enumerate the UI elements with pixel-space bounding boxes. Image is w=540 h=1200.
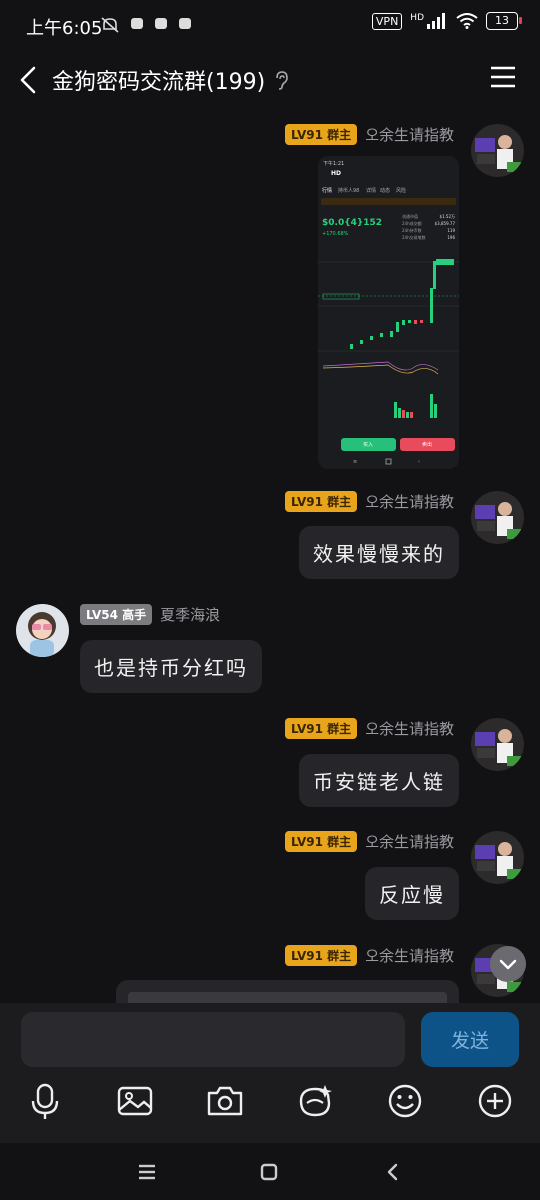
svg-text:持币人98: 持币人98 [338, 187, 359, 194]
sender-name: 오余生请指教 [365, 126, 454, 144]
send-button[interactable]: 发送 [421, 1012, 519, 1067]
avatar[interactable] [471, 718, 524, 771]
rank-badge: LV91 群主 [285, 945, 358, 966]
svg-text:$3,859.77: $3,859.77 [435, 221, 456, 226]
sender-name: 오余生请指教 [365, 493, 454, 511]
svg-text:下午1:21: 下午1:21 [323, 160, 344, 167]
message-bubble[interactable]: 也是持币分红吗 [80, 640, 262, 693]
svg-text:行情: 行情 [322, 187, 332, 194]
svg-text:119: 119 [447, 228, 455, 233]
home-button[interactable] [254, 1157, 284, 1187]
svg-text:‹: ‹ [418, 459, 420, 465]
app-notification-icon [179, 18, 191, 29]
add-icon[interactable] [475, 1081, 515, 1121]
svg-text:+170.68%: +170.68% [322, 231, 349, 237]
message-input[interactable] [21, 1012, 405, 1067]
svg-text:详情: 详情 [366, 187, 376, 194]
svg-text:买入: 买入 [363, 441, 373, 448]
svg-text:动态: 动态 [380, 187, 390, 194]
scroll-down-button[interactable] [490, 946, 526, 982]
svg-text:流通市值: 流通市值 [402, 213, 418, 219]
sender-name: 夏季海浪 [160, 606, 221, 624]
page-title: 金狗密码交流群(199) [52, 70, 266, 95]
ear-icon [276, 71, 288, 90]
battery-icon: 13 [486, 12, 522, 30]
svg-text:卖出: 卖出 [422, 441, 432, 448]
avatar[interactable] [471, 831, 524, 884]
message-bubble[interactable]: 反应慢 [365, 867, 459, 920]
svg-text:$1.52万: $1.52万 [440, 214, 455, 219]
chat-header: 金狗密码交流群(199) [0, 52, 540, 108]
back-nav-button[interactable] [378, 1157, 408, 1187]
system-nav-bar [0, 1143, 540, 1200]
avatar[interactable] [471, 491, 524, 544]
rank-badge: LV91 群主 [285, 491, 358, 512]
emoji-icon[interactable] [385, 1081, 425, 1121]
avatar[interactable] [471, 124, 524, 177]
recent-apps-button[interactable] [132, 1157, 162, 1187]
svg-text:24h持币数: 24h持币数 [402, 227, 422, 233]
status-time: 上午6:05 [26, 18, 103, 39]
composer: 发送 [0, 1003, 540, 1143]
sticker-icon[interactable] [295, 1081, 335, 1121]
svg-text:风险: 风险 [396, 187, 406, 194]
sender-name: 오余生请指教 [365, 947, 454, 965]
svg-text:24h交易笔数: 24h交易笔数 [402, 234, 426, 240]
image-icon[interactable] [115, 1081, 155, 1121]
svg-text:≡: ≡ [353, 459, 357, 465]
notification-icons [100, 16, 192, 34]
mute-icon [101, 17, 119, 33]
svg-text:HD: HD [331, 170, 341, 177]
wifi-icon [456, 13, 478, 29]
signal-icon: HD [410, 13, 448, 29]
camera-icon[interactable] [205, 1081, 245, 1121]
sender-name: 오余生请指教 [365, 720, 454, 738]
message-bubble[interactable]: 效果慢慢来的 [299, 526, 459, 579]
chat-list[interactable]: LV91 群主 오余生请指教 下午1:21 HD 行情 持币人98 详情 动态 … [0, 108, 540, 1003]
message-bubble[interactable]: 币安链老人链 [299, 754, 459, 807]
shared-screenshot[interactable]: 下午1:21 HD 行情 持币人98 详情 动态 风险 $0.0{4}152 +… [318, 156, 459, 469]
sender-name: 오余生请指教 [365, 833, 454, 851]
rank-badge: LV91 群主 [285, 124, 358, 145]
svg-text:196: 196 [447, 235, 455, 240]
svg-text:24h成交额: 24h成交额 [402, 220, 422, 226]
avatar[interactable] [16, 604, 69, 657]
app-notification-icon [155, 18, 167, 29]
back-button[interactable] [12, 60, 48, 100]
rank-badge: LV91 群主 [285, 831, 358, 852]
vpn-badge: VPN [371, 12, 403, 30]
microphone-icon[interactable] [25, 1081, 65, 1121]
menu-button[interactable] [488, 62, 518, 92]
rank-badge: LV91 群主 [285, 718, 358, 739]
svg-text:$0.0{4}152: $0.0{4}152 [322, 218, 382, 228]
rank-badge: LV54 高手 [80, 604, 153, 625]
composer-toolbar [0, 1081, 540, 1121]
app-notification-icon [131, 18, 143, 29]
status-bar: 上午6:05 VPN HD 13 [0, 0, 540, 52]
